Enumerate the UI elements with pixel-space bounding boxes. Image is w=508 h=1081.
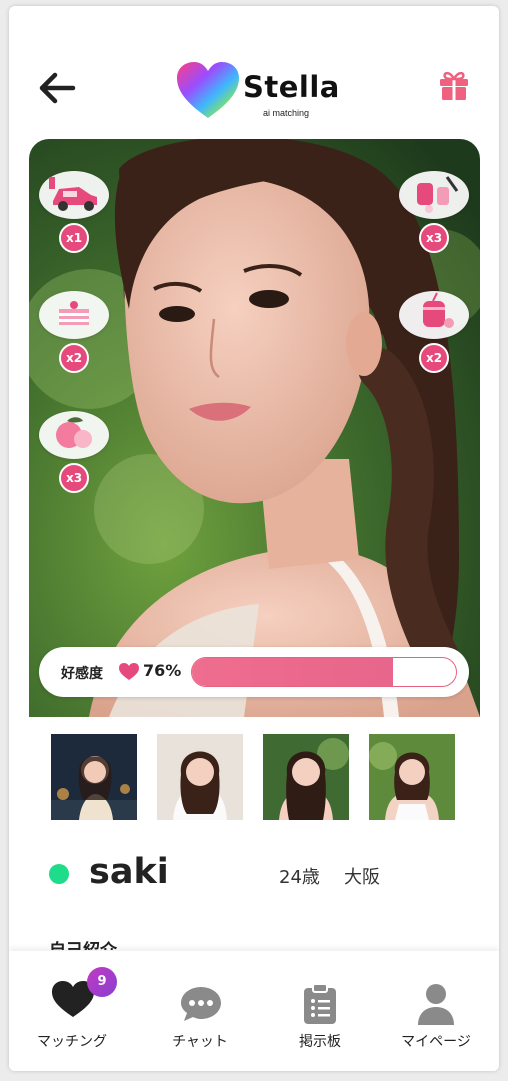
heart-icon [119, 663, 139, 680]
cake-icon [59, 301, 89, 325]
thumbnail-image [157, 734, 243, 820]
gift-icon [440, 71, 468, 100]
affinity-label: 好感度 [61, 666, 103, 682]
affinity-percent: 76% [143, 661, 182, 680]
gift-count: x3 [419, 223, 449, 253]
gift-plate [39, 411, 109, 459]
gift-item-car[interactable]: x1 [37, 171, 111, 253]
profile-photo: x1 x2 x3 x3 x2 好感度 76% [29, 139, 480, 717]
clipboard-icon [304, 983, 336, 1024]
gift-item-cake[interactable]: x2 [37, 291, 111, 373]
gift-item-peach[interactable]: x3 [37, 411, 111, 493]
online-status-indicator [49, 864, 69, 884]
nav-item-chat[interactable]: チャット [145, 951, 255, 1061]
back-button[interactable] [37, 68, 77, 108]
cosmetics-icon [417, 176, 459, 213]
profile-age: 24歳 [279, 867, 320, 888]
app-name: Stella [243, 70, 340, 104]
affinity-progress-bar [191, 657, 457, 687]
gift-plate [399, 291, 469, 339]
car-icon [49, 177, 97, 211]
logo-heart-icon [177, 62, 239, 118]
profile-city: 大阪 [344, 867, 380, 888]
nav-label: チャット [172, 1034, 228, 1050]
app-logo: Stella ai matching [177, 60, 347, 126]
phone-screen: Stella ai matching x1 x2 x3 x3 x2 好感度 76… [9, 6, 499, 1071]
gift-plate [39, 291, 109, 339]
gift-plate [39, 171, 109, 219]
profile-name: saki [89, 852, 169, 892]
photo-thumbnails [51, 734, 461, 822]
gift-count: x2 [419, 343, 449, 373]
gift-plate [399, 171, 469, 219]
peach-icon [56, 417, 92, 448]
gift-item-drink[interactable]: x2 [397, 291, 471, 373]
thumbnail-image [263, 734, 349, 820]
app-subtitle: ai matching [263, 108, 310, 118]
thumbnail-4[interactable] [369, 734, 455, 820]
nav-label: 掲示板 [299, 1034, 341, 1050]
thumbnail-1[interactable] [51, 734, 137, 820]
gift-button[interactable] [437, 68, 471, 102]
thumbnail-3[interactable] [263, 734, 349, 820]
arrow-left-icon [39, 72, 76, 104]
thumbnail-image [369, 734, 455, 820]
nav-item-mypage[interactable]: マイページ [381, 951, 491, 1061]
user-icon [418, 984, 454, 1025]
gift-count: x3 [59, 463, 89, 493]
thumbnail-2[interactable] [157, 734, 243, 820]
affinity-progress-fill [192, 658, 393, 686]
nav-label: マイページ [401, 1034, 471, 1050]
drink-icon [423, 292, 454, 328]
notification-badge: 9 [87, 967, 117, 997]
affinity-meter: 好感度 76% [39, 647, 469, 697]
gift-item-cosmetics[interactable]: x3 [397, 171, 471, 253]
nav-item-board[interactable]: 掲示板 [265, 951, 375, 1061]
nav-label: マッチング [37, 1034, 107, 1050]
gift-count: x1 [59, 223, 89, 253]
gift-count: x2 [59, 343, 89, 373]
intro-heading: 自己紹介 [49, 936, 117, 950]
nav-item-matching[interactable]: 9 マッチング [17, 951, 127, 1061]
bottom-nav: 9 マッチング チャット 掲示板 マイページ [9, 951, 499, 1071]
thumbnail-image [51, 734, 137, 820]
chat-icon [181, 987, 221, 1021]
